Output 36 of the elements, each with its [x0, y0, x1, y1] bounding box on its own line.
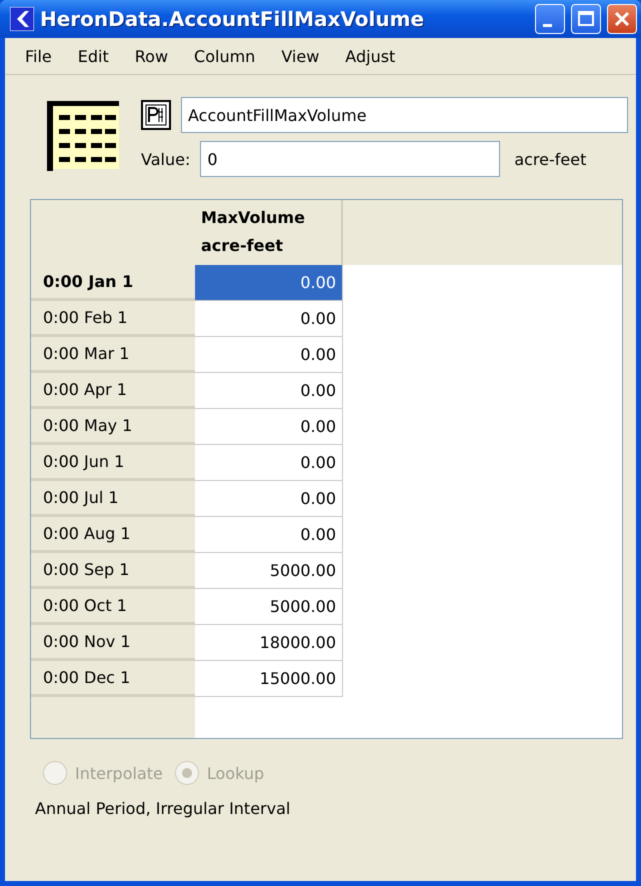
row-header[interactable]: 0:00 Apr 1 [31, 373, 195, 409]
menu-item[interactable]: Column [182, 46, 270, 66]
row-header[interactable]: 0:00 Sep 1 [31, 553, 195, 589]
parameter-icon[interactable] [141, 100, 171, 130]
row-header[interactable]: 0:00 Jun 1 [31, 445, 195, 481]
row-header[interactable]: 0:00 Nov 1 [31, 625, 195, 661]
row-header[interactable]: 0:00 Mar 1 [31, 337, 195, 373]
row-header[interactable]: 0:00 Jan 1 [31, 265, 195, 301]
row-header[interactable]: 0:00 Oct 1 [31, 589, 195, 625]
menu-item[interactable]: View [269, 46, 334, 66]
close-icon [613, 10, 631, 28]
row-header[interactable]: 0:00 Aug 1 [31, 517, 195, 553]
menu-item[interactable]: Edit [66, 46, 123, 66]
minimize-icon [542, 24, 552, 26]
row-header[interactable]: 0:00 Jul 1 [31, 481, 195, 517]
row-header[interactable]: 0:00 Feb 1 [31, 301, 195, 337]
menu-item[interactable]: File [13, 46, 66, 66]
menu-item[interactable]: Adjust [333, 46, 410, 66]
column-header[interactable]: MaxVolume acre-feet [195, 200, 343, 265]
maximize-button[interactable] [571, 4, 601, 34]
radio-label: Interpolate [75, 764, 163, 782]
row-header[interactable]: 0:00 May 1 [31, 409, 195, 445]
menu-item[interactable]: Row [122, 46, 182, 66]
value-field[interactable]: 0 [200, 141, 500, 177]
status-text: Annual Period, Irregular Interval [34, 798, 292, 818]
name-field[interactable]: AccountFillMaxVolume [181, 97, 628, 133]
value-label: Value: [141, 150, 190, 168]
close-button[interactable] [607, 4, 637, 34]
units-label: acre-feet [514, 150, 586, 168]
table-cell[interactable]: 0.00 [195, 265, 343, 301]
radio-label: Lookup [206, 764, 264, 782]
maximize-icon [577, 10, 595, 28]
window-title: HeronData.AccountFillMaxVolume [40, 7, 426, 31]
row-header[interactable]: 0:00 Dec 1 [31, 661, 195, 697]
minimize-button[interactable] [535, 4, 565, 34]
app-icon [10, 7, 34, 31]
